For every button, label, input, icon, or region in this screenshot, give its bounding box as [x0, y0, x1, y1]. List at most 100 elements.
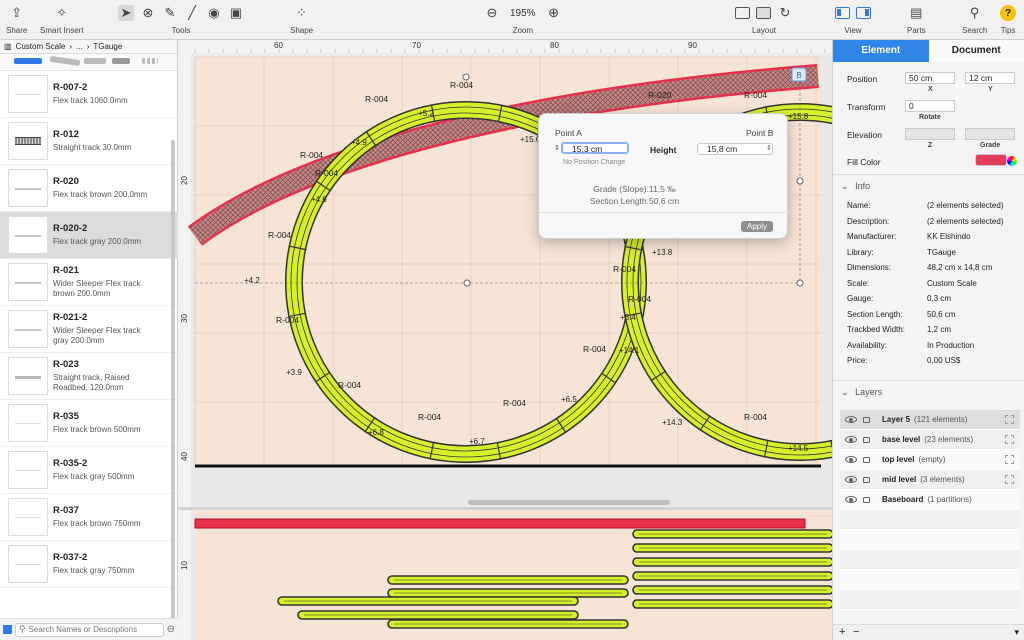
visibility-eye-icon[interactable] — [845, 476, 857, 483]
lock-icon[interactable] — [863, 496, 870, 503]
smart-insert-button[interactable]: ✧ Smart Insert — [40, 0, 84, 40]
selection-handle[interactable] — [796, 177, 804, 185]
library-item[interactable]: R-037-2 Flex track gray 750mm — [0, 541, 178, 588]
library-item[interactable]: R-037 Flex track brown 750mm — [0, 494, 178, 541]
layer-row[interactable]: top level (empty) — [840, 450, 1020, 470]
share-button[interactable]: ⇪ Share — [6, 0, 27, 40]
add-layer-button[interactable]: + — [839, 626, 845, 638]
split-divider[interactable] — [178, 507, 832, 510]
search-input[interactable] — [28, 625, 149, 634]
layer-name: Baseboard — [882, 495, 924, 504]
rail-track-preview[interactable] — [112, 58, 130, 64]
parts-button[interactable]: ▤ Parts — [907, 0, 926, 40]
tab-element[interactable]: Element — [833, 40, 929, 62]
layer-options-icon[interactable]: ▾ — [1014, 627, 1019, 638]
selection-handle[interactable] — [462, 73, 470, 81]
library-item[interactable]: R-007-2 Flex track 1060.0mm — [0, 71, 178, 118]
library-item[interactable]: R-021 Wider Sleeper Flex track brown 200.… — [0, 259, 178, 306]
layout-single-icon[interactable] — [735, 7, 750, 19]
library-item[interactable]: R-021-2 Wider Sleeper Flex track gray 200… — [0, 306, 178, 353]
zoom-group: ⊖ 195% ⊕ Zoom — [484, 0, 562, 40]
track-part-label: R-004 — [583, 344, 606, 354]
fill-color-swatch[interactable] — [975, 154, 1007, 166]
lock-icon[interactable] — [863, 436, 870, 443]
filter-icon[interactable] — [3, 625, 12, 634]
layers-header: Layers — [855, 387, 883, 397]
smart-insert-label: Smart Insert — [40, 26, 84, 35]
remove-layer-button[interactable]: − — [853, 626, 859, 638]
library-item[interactable]: R-035 Flex track brown 500mm — [0, 400, 178, 447]
right-sidebar-icon[interactable] — [856, 7, 871, 19]
lock-icon[interactable] — [863, 416, 870, 423]
lock-icon[interactable] — [863, 456, 870, 463]
tips-button[interactable]: ? Tips — [1000, 0, 1016, 40]
layer-row[interactable]: mid level (3 elements) — [840, 470, 1020, 490]
layer-row[interactable]: Baseboard (1 partitions) — [840, 490, 1020, 510]
search-field[interactable]: ⚲ — [15, 622, 164, 637]
eye-icon[interactable]: ◉ — [206, 5, 222, 21]
visibility-eye-icon[interactable] — [845, 496, 857, 503]
rotate-input[interactable]: 0 — [905, 100, 955, 112]
layer-select-box[interactable] — [1005, 435, 1014, 444]
search-button[interactable]: ⚲ Search — [962, 0, 987, 40]
dashed-track-preview[interactable] — [142, 58, 158, 64]
selection-handle[interactable] — [796, 279, 804, 287]
library-item-title: R-035-2 — [53, 458, 88, 469]
library-item[interactable]: R-020 Flex track brown 200.0mm — [0, 165, 178, 212]
elevation-label: +6.7 — [469, 437, 485, 446]
straight-track-preview[interactable] — [14, 58, 42, 64]
breadcrumb-ellipsis[interactable]: ... — [76, 42, 83, 51]
flex-track-preview[interactable] — [84, 58, 106, 64]
visibility-eye-icon[interactable] — [845, 456, 857, 463]
canvas-horizontal-scrollbar[interactable] — [468, 500, 670, 505]
main-toolbar: ⇪ Share ✧ Smart Insert ➤ ⊗ ✎ ╱ ◉ ▣ Tools… — [0, 0, 1024, 40]
delete-circle-icon[interactable]: ⊗ — [140, 5, 156, 21]
layout-3d-icon[interactable]: ↻ — [777, 5, 793, 21]
breadcrumb-current[interactable]: TGauge — [93, 42, 122, 51]
layout-split-icon[interactable] — [756, 7, 771, 19]
point-b-input[interactable]: 15,8 cm — [697, 143, 773, 155]
layer-select-box[interactable] — [1005, 455, 1014, 464]
stamp-icon[interactable]: ▣ — [228, 5, 244, 21]
left-sidebar-icon[interactable] — [835, 7, 850, 19]
point-b-stepper-icon[interactable]: ⇕ — [766, 144, 772, 152]
view-group: View — [835, 0, 871, 40]
selection-handle[interactable] — [463, 279, 471, 287]
position-x-input[interactable]: 50 cm — [905, 72, 955, 84]
library-item[interactable]: R-020-2 Flex track gray 200.0mm — [0, 212, 178, 259]
layer-select-box[interactable] — [1005, 475, 1014, 484]
layout-canvas[interactable]: 60 70 80 90 20 30 40 R-004 R-004 R-004 R-004 R-00… — [178, 40, 832, 640]
library-item[interactable]: R-012 Straight track 30.0mm — [0, 118, 178, 165]
elevation-z-input[interactable] — [905, 128, 955, 140]
tab-document[interactable]: Document — [928, 40, 1024, 62]
layer-row[interactable]: Layer 5 (121 elements) — [840, 410, 1020, 430]
grade-input[interactable] — [965, 128, 1015, 140]
paint-brush-icon[interactable]: ✎ — [162, 5, 178, 21]
zoom-value[interactable]: 195% — [506, 8, 540, 19]
library-item[interactable]: R-035-2 Flex track gray 500mm — [0, 447, 178, 494]
options-icon[interactable]: ⊖ — [167, 624, 175, 635]
library-scrollbar[interactable] — [171, 140, 175, 620]
apply-button[interactable]: Apply — [741, 221, 773, 232]
elevation-label: +15.8 — [788, 112, 809, 121]
layer-row[interactable]: base level (23 elements) — [840, 430, 1020, 450]
info-section-header[interactable]: ⌄ Info — [841, 181, 870, 192]
zoom-in-icon[interactable]: ⊕ — [546, 5, 562, 21]
shape-button[interactable]: ⁘ Shape — [290, 0, 313, 40]
curved-track-preview[interactable] — [49, 55, 81, 67]
lock-icon[interactable] — [863, 476, 870, 483]
point-a-stepper-icon[interactable]: ⇕ — [554, 144, 560, 152]
layer-select-box[interactable] — [1005, 415, 1014, 424]
breadcrumb-root[interactable]: Custom Scale — [16, 42, 66, 51]
library-item[interactable]: R-023 Straight track, Raised Roadbed, 120… — [0, 353, 178, 400]
zoom-out-icon[interactable]: ⊖ — [484, 5, 500, 21]
visibility-eye-icon[interactable] — [845, 416, 857, 423]
point-a-input[interactable]: 15,3 cm — [561, 142, 629, 154]
arrow-pointer-icon[interactable]: ➤ — [118, 5, 134, 21]
layers-section-header[interactable]: ⌄ Layers — [841, 387, 882, 398]
pen-icon[interactable]: ╱ — [184, 5, 200, 21]
color-wheel-icon[interactable] — [1007, 156, 1017, 166]
position-y-input[interactable]: 12 cm — [965, 72, 1015, 84]
visibility-eye-icon[interactable] — [845, 436, 857, 443]
track-part-label: R-004 — [300, 150, 323, 160]
